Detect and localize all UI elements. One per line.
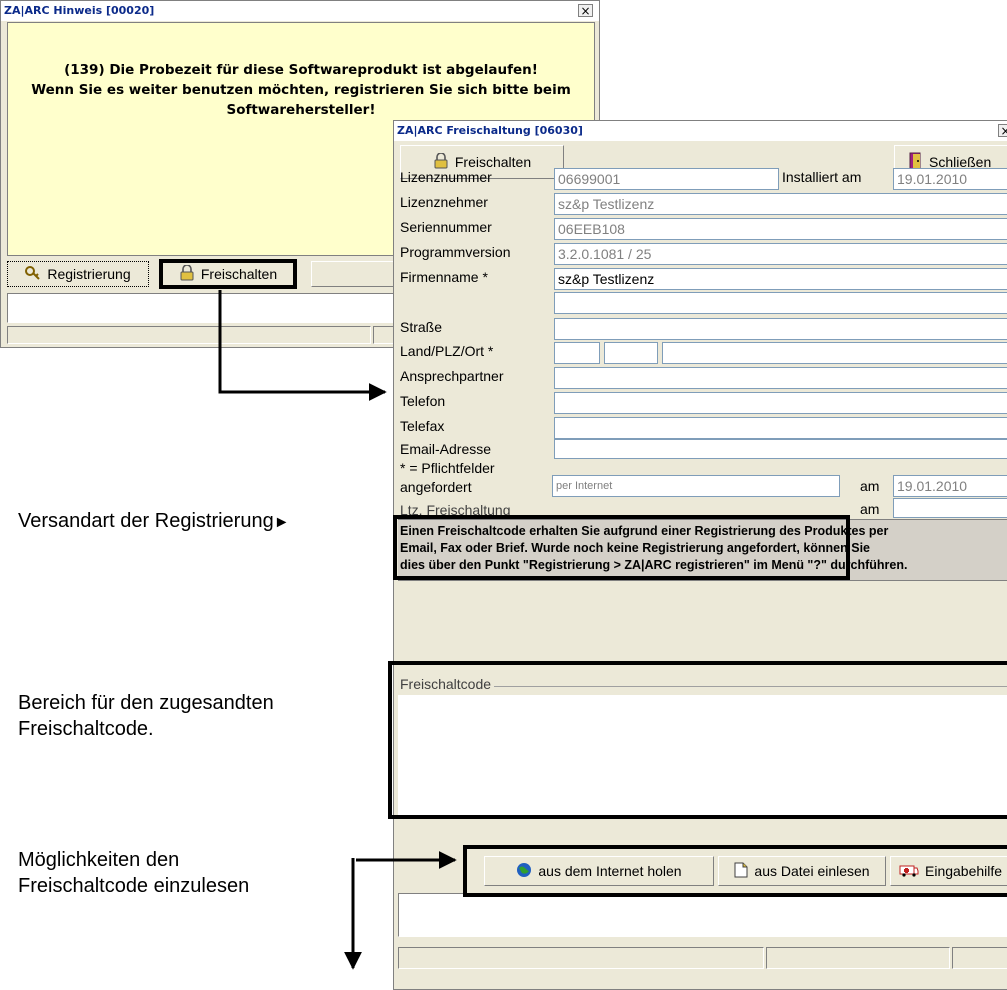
triangle-right-icon: ►	[273, 514, 290, 531]
freischalten-connector-arrow	[218, 290, 387, 401]
moeglichkeiten-annotation-line2: Freischaltcode einzulesen	[18, 875, 250, 897]
bereich-annotation-line1: Bereich für den zugesandten	[18, 692, 274, 714]
moeglichkeiten-annotation-line1: Möglichkeiten den	[18, 849, 180, 871]
versandart-annotation: Versandart der Registrierung►	[18, 508, 290, 536]
versandart-text: Versandart der Registrierung	[18, 510, 274, 532]
annotation-arrows	[218, 290, 457, 970]
bereich-annotation-line2: Freischaltcode.	[18, 718, 154, 740]
